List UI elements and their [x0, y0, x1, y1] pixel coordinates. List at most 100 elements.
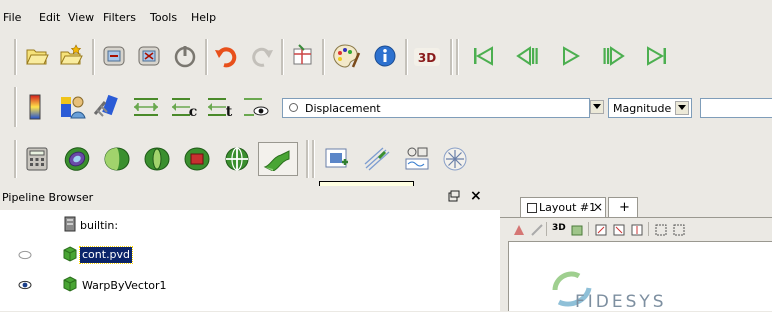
dataset-icon	[62, 276, 78, 295]
point-data-icon	[289, 103, 298, 112]
reset-camera-icon[interactable]	[594, 223, 608, 240]
rescale-visible-range-icon[interactable]	[240, 92, 272, 122]
pipeline-item-label: builtin:	[80, 219, 119, 232]
pipeline-item-label: cont.pvd	[78, 246, 134, 264]
dataset-icon	[62, 246, 78, 265]
toolbar-separator	[405, 39, 408, 75]
axes-icon[interactable]	[530, 223, 544, 240]
toolbar-separator	[546, 222, 547, 236]
disconnect-icon[interactable]	[134, 41, 164, 71]
last-frame-icon[interactable]	[640, 41, 674, 71]
server-icon	[64, 216, 76, 235]
view-icon	[527, 203, 537, 213]
view-3d-toggle[interactable]: 3D	[552, 223, 566, 233]
tab-label: Layout #1	[539, 201, 597, 214]
menu-file[interactable]: File	[3, 11, 21, 24]
edit-color-map-icon[interactable]	[58, 92, 88, 122]
previous-frame-icon[interactable]	[510, 41, 544, 71]
render-view[interactable]: FIDESYS	[508, 241, 772, 312]
component-combo[interactable]: Magnitude	[608, 98, 692, 118]
menu-tools[interactable]: Tools	[150, 11, 177, 24]
pick-center-icon[interactable]	[288, 41, 318, 71]
text-3d-label: 3D	[418, 51, 436, 65]
array-combo-dropdown-icon[interactable]	[590, 100, 604, 114]
info-icon[interactable]	[370, 41, 400, 71]
component-combo-dropdown-icon[interactable]	[675, 101, 689, 115]
toolbar-separator	[322, 39, 325, 75]
toolbar-separator	[306, 140, 309, 178]
open-folder-icon[interactable]	[22, 41, 52, 71]
layout-panel: Layout #1 × + 3D FIDESYS	[500, 186, 772, 312]
representation-combo[interactable]	[700, 98, 772, 118]
calculator-icon[interactable]	[22, 144, 52, 174]
reset-session-icon[interactable]	[170, 41, 200, 71]
menu-view[interactable]: View	[68, 11, 94, 24]
select-cells-icon[interactable]	[654, 223, 668, 240]
tab-layout-1[interactable]: Layout #1 ×	[520, 197, 606, 217]
filters-toolbar-row	[0, 134, 772, 184]
color-toolbar-row: c t Displacement Magnitude	[0, 81, 772, 133]
pipeline-item-builtin[interactable]: builtin:	[0, 216, 300, 236]
undo-icon[interactable]	[212, 41, 242, 71]
rescale-temporal-icon[interactable]: t	[204, 92, 236, 122]
text-3d-icon[interactable]: 3D	[412, 43, 442, 71]
extract-subset-icon[interactable]	[220, 144, 254, 174]
selection-icon[interactable]	[512, 223, 526, 240]
toolbar-separator	[648, 222, 649, 236]
menu-bar: File Edit View Filters Tools Help	[0, 0, 772, 32]
toolbar-separator	[14, 39, 17, 75]
svg-text:c: c	[189, 104, 198, 120]
rescale-icon[interactable]	[92, 92, 124, 122]
visibility-eye-icon[interactable]	[18, 280, 32, 293]
close-panel-icon[interactable]: ×	[470, 188, 482, 204]
contour-icon[interactable]	[60, 144, 94, 174]
array-combo-value: Displacement	[305, 102, 381, 115]
add-tab-button[interactable]: +	[608, 197, 638, 217]
tab-bar-divider	[500, 217, 772, 218]
toolbar-separator	[14, 87, 17, 127]
menu-help[interactable]: Help	[191, 11, 216, 24]
toolbar-separator	[312, 140, 315, 178]
view-y-icon[interactable]	[630, 223, 644, 240]
threshold-icon[interactable]	[180, 144, 214, 174]
pipeline-item-cont-pvd[interactable]: cont.pvd	[0, 246, 300, 266]
warp-by-vector-icon[interactable]	[258, 142, 298, 176]
rescale-custom-icon[interactable]	[130, 92, 162, 122]
stream-tracer-icon[interactable]	[360, 144, 394, 174]
open-folder-star-icon[interactable]	[56, 41, 86, 71]
color-legend-icon[interactable]	[22, 92, 48, 122]
pipeline-item-label: WarpByVector1	[82, 279, 167, 292]
toolbar-separator	[450, 39, 453, 75]
slice-icon[interactable]	[140, 144, 174, 174]
close-tab-icon[interactable]: ×	[593, 200, 603, 214]
array-combo[interactable]: Displacement	[282, 98, 590, 118]
plus-icon: +	[619, 200, 630, 215]
menu-filters[interactable]: Filters	[103, 11, 136, 24]
toolbar-separator	[588, 222, 589, 236]
particles-icon[interactable]	[438, 144, 472, 174]
view-toolbar: 3D	[508, 221, 772, 239]
toolbar-separator	[92, 39, 95, 75]
rescale-visible-icon[interactable]: c	[168, 92, 200, 122]
play-icon[interactable]	[554, 41, 588, 71]
connect-icon[interactable]	[99, 41, 129, 71]
menu-edit[interactable]: Edit	[39, 11, 60, 24]
group-datasets-icon[interactable]	[320, 144, 354, 174]
view-x-icon[interactable]	[612, 223, 626, 240]
palette-icon[interactable]	[329, 41, 363, 71]
float-panel-icon[interactable]	[448, 190, 460, 205]
camera-icon[interactable]	[570, 223, 584, 240]
pipeline-browser-header: Pipeline Browser ×	[0, 186, 500, 210]
next-frame-icon[interactable]	[597, 41, 631, 71]
component-combo-value: Magnitude	[613, 102, 672, 115]
select-points-icon[interactable]	[672, 223, 686, 240]
toolbar-separator	[205, 39, 208, 75]
first-frame-icon[interactable]	[466, 41, 500, 71]
pipeline-browser-title: Pipeline Browser	[2, 191, 94, 204]
pipeline-item-warpbyvector1[interactable]: WarpByVector1	[0, 276, 300, 296]
clip-icon[interactable]	[100, 144, 134, 174]
extract-level-icon[interactable]	[400, 144, 434, 174]
visibility-hidden-icon[interactable]	[18, 250, 32, 263]
pipeline-browser-panel: Pipeline Browser × builtin: cont.pvd War…	[0, 186, 500, 311]
redo-icon[interactable]	[246, 41, 276, 71]
